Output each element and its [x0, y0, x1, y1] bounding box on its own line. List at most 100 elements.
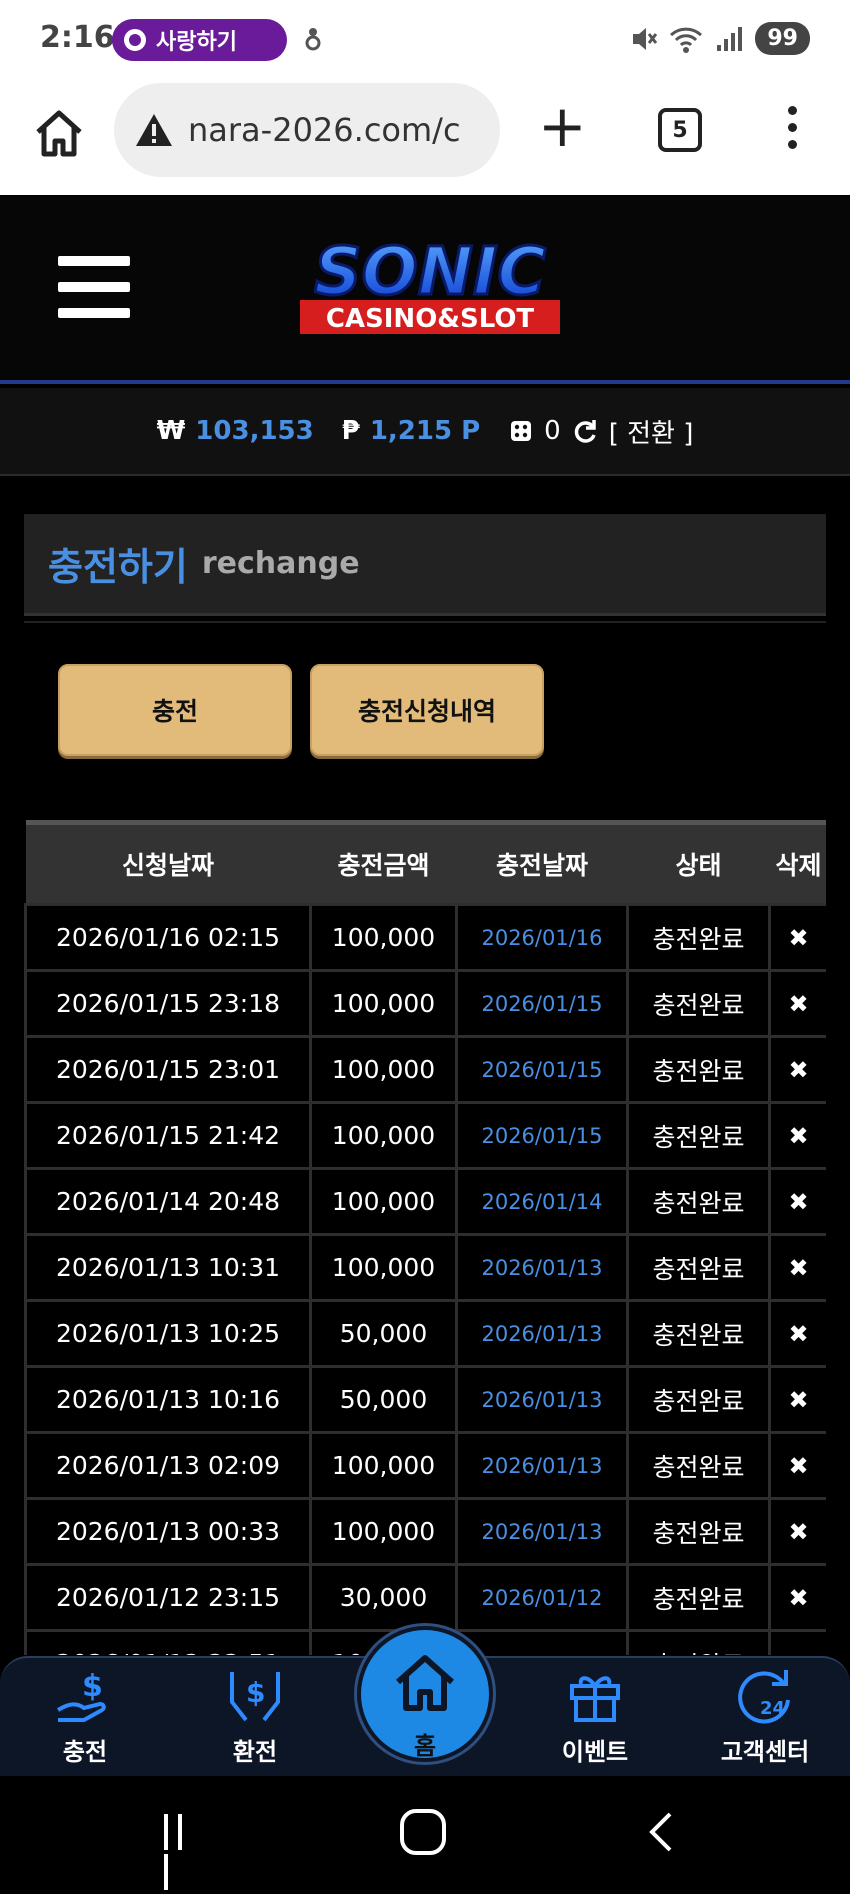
- deposit-icon: $: [56, 1669, 106, 1722]
- android-nav-bar: [0, 1776, 850, 1890]
- delete-icon[interactable]: ✖: [768, 903, 826, 972]
- charge-date: 2026/01/15: [455, 1101, 629, 1170]
- charge-date: 2026/01/13: [455, 1497, 629, 1566]
- won-balance: 103,153: [195, 416, 314, 446]
- convert-button[interactable]: [ 전환 ]: [609, 413, 694, 450]
- point-balance: 1,215 P: [369, 416, 481, 446]
- url-field[interactable]: nara-2026.com/c: [114, 83, 500, 177]
- system-home-icon[interactable]: [400, 1809, 446, 1855]
- request-date: 2026/01/15 21:42: [24, 1101, 312, 1170]
- delete-icon[interactable]: ✖: [768, 1167, 826, 1236]
- nav-deposit[interactable]: $ 충전: [25, 1662, 145, 1778]
- notification-pill[interactable]: 사랑하기: [112, 19, 287, 61]
- recent-apps-icon[interactable]: [164, 1814, 204, 1890]
- chip-balance: 0: [544, 416, 561, 446]
- new-tab-button[interactable]: +: [538, 97, 587, 158]
- status-bar: 2:16 사랑하기 99: [0, 0, 850, 80]
- charge-amount: 100,000: [309, 1167, 458, 1236]
- charge-status: 충전완료: [626, 1365, 771, 1434]
- gift-icon: [570, 1676, 620, 1722]
- request-date: 2026/01/13 10:25: [24, 1299, 312, 1368]
- charge-status: 충전완료: [626, 1167, 771, 1236]
- hamburger-menu-icon[interactable]: [58, 256, 130, 318]
- nav-withdraw-label: 환전: [232, 1738, 278, 1766]
- nav-withdraw[interactable]: $ 환전: [195, 1662, 315, 1778]
- charge-date: 2026/01/12: [455, 1629, 629, 1655]
- nav-event-label: 이벤트: [561, 1738, 629, 1766]
- charge-button[interactable]: 충전: [58, 664, 292, 756]
- header-delete: 삭제: [769, 820, 826, 905]
- charge-history-table: 신청날짜 충전금액 충전날짜 상태 삭제 2026/01/16 02:15 100…: [24, 820, 826, 1655]
- table-header-row: 신청날짜 충전금액 충전날짜 상태 삭제: [25, 820, 826, 905]
- table-row: 2026/01/15 23:18 100,000 2026/01/15 충전완료 ✖: [24, 969, 826, 1038]
- charge-amount: 100,000: [309, 903, 458, 972]
- delete-icon[interactable]: ✖: [768, 1299, 826, 1368]
- delete-icon[interactable]: ✖: [768, 1101, 826, 1170]
- won-icon: ₩: [156, 416, 186, 446]
- charge-amount: 100,000: [309, 1101, 458, 1170]
- header-request-date: 신청날짜: [25, 820, 311, 905]
- url-text: nara-2026.com/c: [188, 111, 461, 149]
- nav-support[interactable]: 24 고객센터: [705, 1662, 825, 1778]
- logo-top-text: SONIC: [314, 233, 546, 310]
- nav-home-button[interactable]: 홈: [357, 1626, 493, 1762]
- table-row: 2026/01/15 21:42 100,000 2026/01/15 충전완료 ✖: [24, 1101, 826, 1170]
- delete-icon[interactable]: ✖: [768, 1365, 826, 1434]
- table-row: 2026/01/13 10:25 50,000 2026/01/13 충전완료 ✖: [24, 1299, 826, 1368]
- battery-indicator: 99: [755, 22, 810, 55]
- header-charge-date: 충전날짜: [456, 820, 628, 905]
- request-date: 2026/01/12 23:15: [24, 1563, 312, 1632]
- charge-amount: 100,000: [309, 1431, 458, 1500]
- nav-event[interactable]: 이벤트: [535, 1662, 655, 1778]
- tab-switcher-button[interactable]: 5: [658, 108, 702, 152]
- nav-support-label: 고객센터: [720, 1738, 810, 1766]
- charge-status: 충전완료: [626, 903, 771, 972]
- header-status: 상태: [627, 820, 770, 905]
- sonic-casino-logo[interactable]: SONIC CASINO&SLOT: [275, 230, 585, 340]
- charge-status: 충전완료: [626, 1629, 771, 1655]
- charge-amount: 50,000: [309, 1365, 458, 1434]
- nav-home-label: 홈: [413, 1732, 437, 1760]
- charge-status: 충전완료: [626, 1101, 771, 1170]
- divider: [24, 621, 826, 623]
- delete-icon[interactable]: ✖: [768, 1431, 826, 1500]
- delete-icon[interactable]: ✖: [768, 1035, 826, 1104]
- charge-status: 충전완료: [626, 1497, 771, 1566]
- request-date: 2026/01/13 02:09: [24, 1431, 312, 1500]
- table-row: 2026/01/12 23:15 30,000 2026/01/12 충전완료 ✖: [24, 1563, 826, 1632]
- warning-icon[interactable]: [134, 112, 174, 148]
- status-time: 2:16: [40, 20, 115, 55]
- delete-icon[interactable]: ✖: [768, 1233, 826, 1302]
- charge-date: 2026/01/12: [455, 1563, 629, 1632]
- record-icon: [124, 29, 146, 51]
- request-date: 2026/01/13 00:33: [24, 1497, 312, 1566]
- svg-text:$: $: [246, 1676, 265, 1709]
- charge-amount: 100,000: [309, 1035, 458, 1104]
- request-date: 2026/01/16 02:15: [24, 903, 312, 972]
- delete-icon[interactable]: ✖: [768, 969, 826, 1038]
- charge-amount: 30,000: [309, 1563, 458, 1632]
- browser-menu-icon[interactable]: [782, 106, 802, 156]
- browser-home-icon[interactable]: [30, 104, 88, 162]
- charge-amount: 50,000: [309, 1299, 458, 1368]
- charge-status: 충전완료: [626, 1035, 771, 1104]
- request-date: 2026/01/13 10:16: [24, 1365, 312, 1434]
- charge-status: 충전완료: [626, 969, 771, 1038]
- charge-date: 2026/01/13: [455, 1299, 629, 1368]
- charge-date: 2026/01/15: [455, 1035, 629, 1104]
- refresh-icon[interactable]: [571, 417, 599, 445]
- wifi-icon: [670, 27, 703, 53]
- charge-history-button[interactable]: 충전신청내역: [310, 664, 544, 756]
- charge-status: 충전완료: [626, 1431, 771, 1500]
- delete-icon[interactable]: ✖: [768, 1629, 826, 1655]
- request-date: 2026/01/15 23:18: [24, 969, 312, 1038]
- header-amount: 충전금액: [310, 820, 457, 905]
- back-icon[interactable]: [646, 1810, 676, 1854]
- charge-amount: 100,000: [309, 1233, 458, 1302]
- svg-text:24: 24: [760, 1698, 785, 1719]
- figure-icon: [305, 28, 321, 51]
- table-row: 2026/01/13 02:09 100,000 2026/01/13 충전완료 ✖: [24, 1431, 826, 1500]
- page-subtitle: rechange: [201, 546, 360, 581]
- delete-icon[interactable]: ✖: [768, 1563, 826, 1632]
- delete-icon[interactable]: ✖: [768, 1497, 826, 1566]
